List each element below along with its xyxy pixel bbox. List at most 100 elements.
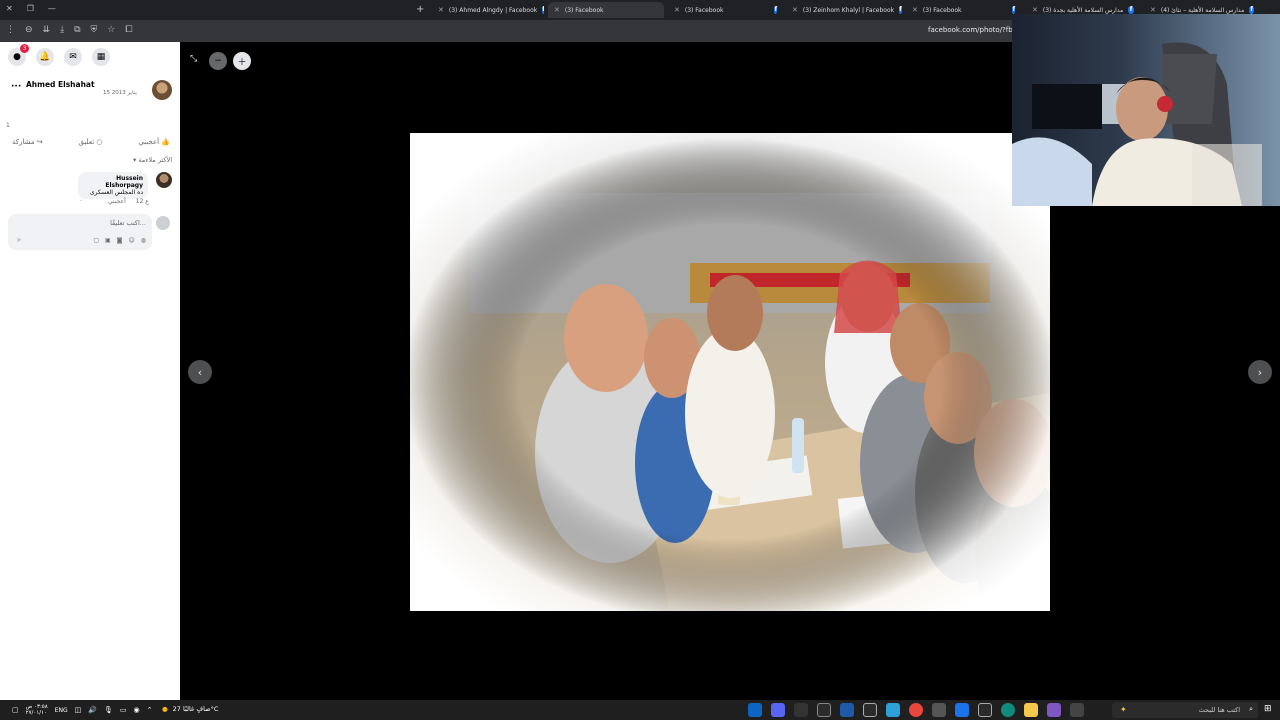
shield-icon[interactable]: ⛨ — [91, 25, 98, 35]
app-icon-explorer[interactable] — [1024, 703, 1038, 717]
app-icon-steam[interactable] — [748, 703, 762, 717]
app-icon-edge[interactable] — [1001, 703, 1015, 717]
camera-icon[interactable]: ◙ — [117, 237, 123, 244]
webcam-feed-illustration — [1012, 42, 1262, 206]
poster-avatar[interactable] — [152, 80, 172, 100]
app-icon-editor[interactable] — [886, 703, 900, 717]
poster-name[interactable]: Ahmed Elshahat — [26, 80, 95, 89]
group-photo-illustration — [410, 133, 1050, 611]
facebook-favicon-icon: f — [1249, 6, 1254, 14]
comment-like-link[interactable]: أعجبني — [108, 198, 126, 205]
tab-title: (3) مدارس السلامة الأهلية بجدة — [1042, 6, 1124, 14]
tab-3[interactable]: ✕ (3) Zeinhom Khalyl | Facebook f — [786, 2, 902, 18]
comment-input[interactable]: اكتب تعليقًا... — [110, 219, 146, 227]
record-icon[interactable]: ◉ — [134, 706, 140, 714]
shrink-icon[interactable]: ⤡ — [190, 54, 197, 64]
chevron-up-icon[interactable]: ⌃ — [147, 706, 153, 714]
sticker-icon[interactable]: ▢ — [93, 237, 99, 244]
gif-icon[interactable]: ▣ — [105, 237, 111, 244]
app-icon-mail[interactable] — [955, 703, 969, 717]
app-icon-obs[interactable] — [817, 703, 831, 717]
extensions-icon[interactable]: ⧉ — [74, 25, 80, 35]
tab-actions-icon[interactable]: ❐ — [27, 4, 34, 13]
tab-search-icon[interactable]: ⇊ — [43, 25, 51, 35]
tab-4[interactable]: ✕ (3) Facebook f — [906, 2, 1020, 18]
address-bar[interactable]: facebook.com/photo/?fbid — [928, 26, 1019, 34]
next-photo-button[interactable]: › — [1248, 360, 1272, 384]
download-icon[interactable]: ⤓ — [60, 25, 64, 35]
app-icon-github[interactable] — [863, 703, 877, 717]
share-icon[interactable]: ⧠ — [125, 25, 132, 35]
comment-composer[interactable]: اكتب تعليقًا... ➤ ▢ ▣ ◙ ☺ ◍ — [8, 214, 152, 250]
minimize-icon[interactable]: — — [48, 4, 56, 13]
my-avatar[interactable] — [156, 216, 170, 230]
close-tab-icon[interactable]: ✕ — [1032, 6, 1038, 14]
clock[interactable]: ٠٣:٥٨ ص ٢٧/٠١/١٠ — [26, 704, 48, 716]
share-arrow-icon: ↪ — [36, 138, 43, 146]
menu-button[interactable]: ▦ — [92, 48, 110, 66]
sort-label: الأكثر ملاءمة — [138, 156, 172, 164]
close-tab-icon[interactable]: ✕ — [674, 6, 680, 14]
new-tab-button[interactable]: + — [416, 4, 424, 15]
comment-author-avatar[interactable] — [156, 172, 172, 188]
search-icon: ⌕ — [1249, 705, 1253, 713]
language-indicator[interactable]: ENG — [55, 707, 68, 714]
notification-center-icon[interactable]: ▢ — [12, 706, 19, 714]
zoom-out-button[interactable]: − — [209, 52, 227, 70]
app-icon-discord[interactable] — [771, 703, 785, 717]
tab-2[interactable]: ✕ (3) Facebook f — [668, 2, 782, 18]
post-date[interactable]: 15 يناير 2013 — [103, 90, 137, 96]
facebook-favicon-icon: f — [899, 6, 902, 14]
send-icon[interactable]: ➤ — [16, 236, 22, 244]
app-icon-chrome[interactable] — [909, 703, 923, 717]
app-icon-copilot[interactable] — [1047, 703, 1061, 717]
profile-avatar[interactable]: ● 3 — [8, 44, 29, 66]
like-button[interactable]: أعجبني 👍 — [138, 138, 170, 146]
app-icon-taskview[interactable] — [1070, 703, 1084, 717]
weather-widget[interactable]: ● صافٍ غالبًا 27°C — [162, 705, 218, 713]
grid-menu-icon: ▦ — [96, 52, 106, 62]
battery-icon[interactable]: ▭ — [120, 706, 127, 714]
messenger-button[interactable]: ✉ — [64, 48, 82, 66]
previous-photo-button[interactable]: ‹ — [188, 360, 212, 384]
comment-button[interactable]: تعليق ○ — [79, 138, 103, 146]
close-tab-icon[interactable]: ✕ — [554, 6, 560, 14]
comment-author[interactable]: Hussein Elshorpagy — [83, 175, 143, 189]
volume-icon[interactable]: 🔊 — [88, 706, 97, 714]
clock-date: ٢٧/٠١/١٠ — [25, 710, 48, 716]
comment-sort-dropdown[interactable]: ▾ الأكثر ملاءمة — [133, 156, 172, 164]
app-icon-media[interactable] — [794, 703, 808, 717]
weather-sun-icon: ● — [162, 705, 168, 713]
share-button[interactable]: مشاركة ↪ — [12, 138, 43, 146]
comment-bubble: Hussein Elshorpagy ده المجلس العسكرى — [78, 172, 148, 199]
app-icon-calendar[interactable] — [978, 703, 992, 717]
menu-icon[interactable]: ⋮ — [6, 25, 15, 35]
minus-icon[interactable]: ⊖ — [25, 25, 33, 35]
avatar-sticker-icon[interactable]: ◍ — [141, 237, 146, 244]
microphone-icon[interactable]: 🎙 — [104, 706, 113, 714]
app-icon-settings[interactable] — [932, 703, 946, 717]
search-highlight-icon: ✦ — [1120, 705, 1127, 714]
comment-meta: أعجبني 12 ع — [108, 198, 149, 205]
close-tab-icon[interactable]: ✕ — [438, 6, 444, 14]
app-icon-store[interactable] — [840, 703, 854, 717]
taskbar-search[interactable]: اكتب هنا للبحث ⌕ ✦ — [1112, 702, 1258, 718]
windows-start-icon[interactable]: ⊞ — [1264, 704, 1272, 714]
reaction-count[interactable]: 1 — [6, 122, 10, 129]
bell-icon: 🔔 — [39, 52, 51, 62]
bookmark-star-icon[interactable]: ☆ — [107, 25, 115, 35]
emoji-icon[interactable]: ☺ — [128, 237, 134, 244]
close-tab-icon[interactable]: ✕ — [912, 6, 918, 14]
more-options-icon[interactable]: ··· — [11, 82, 21, 92]
close-tab-icon[interactable]: ✕ — [792, 6, 798, 14]
zoom-in-icon: ＋ — [237, 57, 247, 68]
tab-1[interactable]: ✕ (3) Facebook f — [548, 2, 664, 18]
close-tab-icon[interactable]: ✕ — [1150, 6, 1156, 14]
wifi-icon[interactable]: ◫ — [75, 706, 82, 714]
close-window-icon[interactable]: ✕ — [6, 4, 13, 13]
facebook-favicon-icon: f — [542, 6, 544, 14]
comment-age[interactable]: 12 ع — [136, 198, 149, 205]
tab-0[interactable]: ✕ (3) Ahmed Alngdy | Facebook f — [432, 2, 544, 18]
zoom-in-button[interactable]: ＋ — [233, 52, 251, 70]
notifications-button[interactable]: 🔔 — [36, 48, 54, 66]
